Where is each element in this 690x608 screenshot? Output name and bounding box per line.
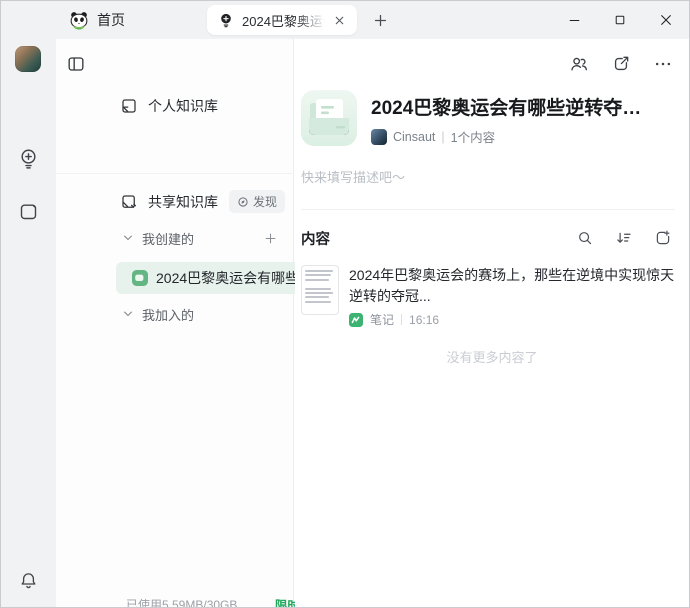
sidebar-divider bbox=[56, 173, 292, 174]
sidebar-panel: 个人知识库 共享知识库 发现 bbox=[56, 39, 294, 607]
search-button[interactable] bbox=[573, 226, 597, 250]
home-tab[interactable]: 首页 bbox=[63, 5, 131, 35]
item-time: 16:16 bbox=[409, 313, 439, 327]
ai-idea-button[interactable] bbox=[14, 144, 42, 172]
item-body: 2024年巴黎奥运会的赛场上，那些在逆境中实现惊天逆转的夺冠... 笔记 16:… bbox=[349, 265, 675, 328]
meta-divider bbox=[401, 314, 402, 325]
kb-item-icon bbox=[132, 270, 148, 286]
content-list-item[interactable]: 2024年巴黎奥运会的赛场上，那些在逆境中实现惊天逆转的夺冠... 笔记 16:… bbox=[301, 265, 675, 328]
joined-group-label: 我加入的 bbox=[142, 305, 194, 324]
owner-avatar bbox=[371, 129, 387, 145]
owner-name: Cinsaut bbox=[393, 130, 435, 144]
main-divider bbox=[301, 209, 675, 210]
created-group-label: 我创建的 bbox=[142, 229, 194, 248]
active-tab[interactable]: 2024巴黎奥运会 bbox=[207, 5, 357, 35]
members-button[interactable] bbox=[566, 51, 592, 77]
discover-button[interactable]: 发现 bbox=[229, 190, 285, 213]
kb-title: 2024巴黎奥运会有哪些逆转夺… bbox=[371, 93, 677, 120]
item-type-label: 笔记 bbox=[370, 311, 394, 328]
notifications-button[interactable] bbox=[14, 566, 42, 594]
compose-button[interactable] bbox=[14, 197, 42, 225]
content-section-header: 内容 bbox=[301, 225, 675, 251]
chevron-down-icon bbox=[122, 232, 134, 244]
storage-used-label: 已使用5.59MB/30GB bbox=[126, 596, 237, 608]
chevron-down-icon bbox=[122, 308, 134, 320]
sidebar-item-shared-kb[interactable]: 共享知识库 发现 bbox=[56, 187, 293, 217]
add-kb-button[interactable] bbox=[259, 227, 281, 249]
close-window-button[interactable] bbox=[643, 1, 689, 39]
home-label: 首页 bbox=[97, 10, 125, 30]
kb-cover-icon bbox=[301, 90, 357, 146]
main-content: 2024巴黎奥运会有哪些逆转夺… Cinsaut | 1个内容 快来填写描述吧～… bbox=[295, 39, 689, 607]
note-badge-icon bbox=[349, 313, 363, 327]
item-title: 2024年巴黎奥运会的赛场上，那些在逆境中实现惊天逆转的夺冠... bbox=[349, 265, 675, 307]
item-meta: 笔记 16:16 bbox=[349, 311, 675, 328]
more-button[interactable] bbox=[650, 51, 676, 77]
owner-row: Cinsaut | 1个内容 bbox=[371, 127, 677, 146]
group-joined[interactable]: 我加入的 bbox=[56, 301, 293, 327]
collapse-panel-button[interactable] bbox=[63, 51, 89, 77]
tab-bulb-icon bbox=[218, 12, 234, 28]
owner-separator: | bbox=[441, 130, 444, 144]
section-title: 内容 bbox=[301, 228, 330, 249]
left-rail bbox=[1, 39, 56, 607]
topbar: 首页 2024巴黎奥运会 bbox=[1, 1, 689, 39]
tab-title: 2024巴黎奥运会 bbox=[242, 11, 329, 30]
sidebar-item-personal-kb[interactable]: 个人知识库 bbox=[56, 91, 293, 121]
description-placeholder[interactable]: 快来填写描述吧～ bbox=[301, 167, 405, 186]
app-window: 首页 2024巴黎奥运会 bbox=[0, 0, 690, 608]
share-button[interactable] bbox=[608, 51, 634, 77]
tab-close-button[interactable] bbox=[329, 10, 349, 30]
discover-label: 发现 bbox=[253, 193, 277, 210]
content-count: 1个内容 bbox=[451, 127, 495, 146]
kb-header: 2024巴黎奥运会有哪些逆转夺… Cinsaut | 1个内容 bbox=[371, 93, 677, 146]
minimize-button[interactable] bbox=[551, 1, 597, 39]
group-created[interactable]: 我创建的 bbox=[56, 225, 293, 251]
discover-icon bbox=[237, 196, 249, 208]
window-controls bbox=[551, 1, 689, 39]
personal-kb-icon bbox=[120, 97, 138, 115]
personal-kb-label: 个人知识库 bbox=[148, 96, 218, 116]
shared-kb-icon bbox=[120, 193, 138, 211]
shared-kb-label: 共享知识库 bbox=[148, 192, 218, 212]
maximize-button[interactable] bbox=[597, 1, 643, 39]
item-thumbnail bbox=[301, 265, 339, 315]
add-content-button[interactable] bbox=[651, 226, 675, 250]
new-tab-button[interactable] bbox=[367, 7, 393, 33]
panda-logo-icon bbox=[69, 10, 89, 30]
user-avatar[interactable] bbox=[15, 46, 41, 72]
sort-button[interactable] bbox=[612, 226, 636, 250]
kb-actions bbox=[566, 51, 676, 77]
no-more-content-label: 没有更多内容了 bbox=[295, 347, 689, 366]
